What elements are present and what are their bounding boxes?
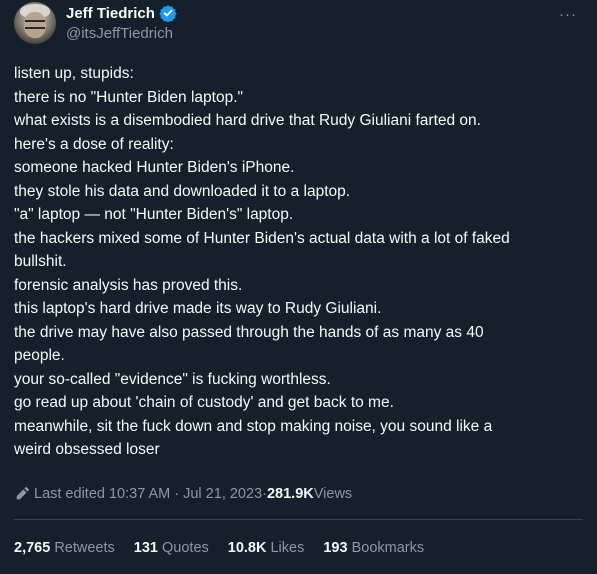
retweets-stat[interactable]: 2,765 Retweets bbox=[14, 540, 115, 556]
tweet-line: go read up about 'chain of custody' and … bbox=[14, 394, 394, 411]
verified-badge-icon bbox=[159, 4, 177, 23]
likes-count: 10.8K bbox=[227, 540, 267, 556]
avatar[interactable] bbox=[14, 2, 56, 44]
avatar-glasses bbox=[25, 20, 45, 29]
tweet-line: someone hacked Hunter Biden's iPhone. bbox=[14, 159, 295, 176]
tweet-line: forensic analysis has proved this. bbox=[14, 276, 243, 294]
divider bbox=[14, 519, 583, 520]
edit-pencil-icon bbox=[14, 486, 30, 502]
likes-label: Likes bbox=[266, 540, 305, 556]
retweets-count: 2,765 bbox=[14, 540, 51, 556]
tweet-line: the drive may have also passed through t… bbox=[14, 323, 484, 341]
tweet-line: there is no "Hunter Biden laptop." bbox=[14, 88, 244, 106]
tweet-line: meanwhile, sit the fuck down and stop ma… bbox=[14, 417, 493, 435]
last-edited-link[interactable]: Last edited 10:37 AM · Jul 21, 2023 bbox=[34, 486, 262, 502]
tweet-line: what exists is a disembodied hard drive … bbox=[14, 112, 481, 129]
display-name[interactable]: Jeff Tiedrich bbox=[66, 5, 155, 22]
tweet-meta: Last edited 10:37 AM · Jul 21, 2023 · 28… bbox=[14, 486, 352, 502]
engagement-stats: 2,765 Retweets 131 Quotes 10.8K Likes 19… bbox=[14, 540, 443, 556]
quotes-label: Quotes bbox=[157, 540, 209, 556]
user-handle[interactable]: @itsJeffTiedrich bbox=[66, 25, 173, 42]
tweet-line: "a" laptop — not "Hunter Biden's" laptop… bbox=[14, 206, 294, 223]
tweet-line: listen up, stupids: bbox=[14, 65, 134, 82]
bookmarks-count: 193 bbox=[323, 540, 348, 556]
tweet-line: bullshit. bbox=[14, 253, 67, 270]
likes-stat[interactable]: 10.8K Likes bbox=[228, 540, 305, 556]
tweet-line: this laptop's hard drive made its way to… bbox=[14, 300, 382, 317]
views-label: Views bbox=[313, 486, 353, 502]
bookmarks-stat[interactable]: 193 Bookmarks bbox=[323, 540, 424, 556]
tweet: Jeff Tiedrich @itsJeffTiedrich ··· liste… bbox=[0, 0, 597, 574]
quotes-count: 131 bbox=[133, 540, 158, 556]
retweets-label: Retweets bbox=[50, 540, 115, 556]
tweet-line: people. bbox=[14, 347, 65, 364]
tweet-line: they stole his data and downloaded it to… bbox=[14, 182, 351, 200]
tweet-line: your so-called "evidence" is fucking wor… bbox=[14, 370, 331, 388]
quotes-stat[interactable]: 131 Quotes bbox=[134, 540, 209, 556]
tweet-text: listen up, stupids: there is no "Hunter B… bbox=[14, 62, 582, 462]
tweet-line: the hackers mixed some of Hunter Biden's… bbox=[14, 229, 510, 247]
tweet-line: weird obsessed loser bbox=[14, 441, 160, 458]
tweet-line: here's a dose of reality: bbox=[14, 135, 174, 153]
tweet-header: Jeff Tiedrich @itsJeffTiedrich ··· bbox=[12, 2, 585, 50]
bookmarks-label: Bookmarks bbox=[347, 540, 425, 556]
name-row: Jeff Tiedrich bbox=[66, 4, 177, 23]
views-count: 281.9K bbox=[266, 486, 314, 502]
more-options-icon[interactable]: ··· bbox=[559, 6, 577, 23]
